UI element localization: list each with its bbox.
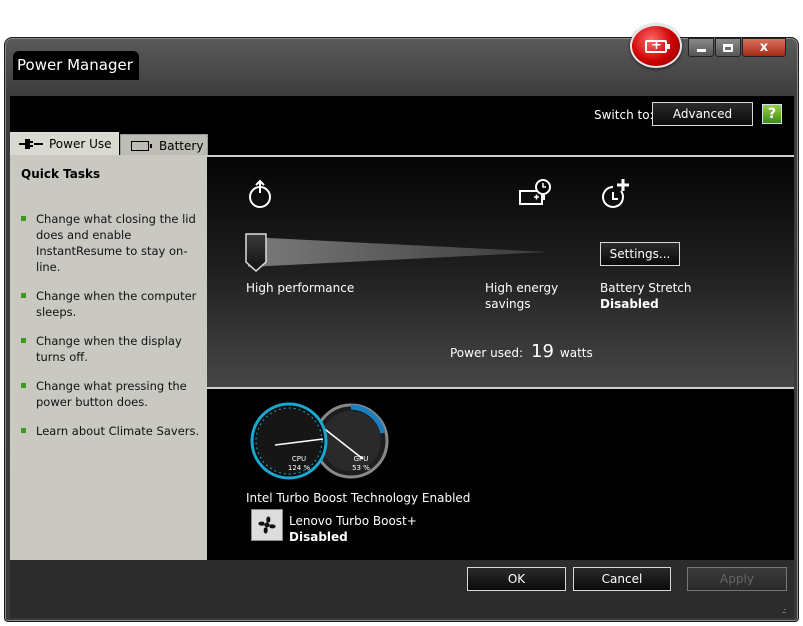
battery-stretch-label: Battery Stretch — [600, 281, 692, 295]
battery-stretch-settings-button[interactable]: Settings... — [600, 242, 680, 266]
tab-battery[interactable]: Battery — [120, 134, 208, 157]
quick-task-climate-savers[interactable]: Learn about Climate Savers. — [21, 423, 201, 439]
battery-plus-icon: + — [645, 38, 670, 53]
gpu-gauge-value: 53 % — [352, 464, 370, 472]
cpu-gauge-value: 124 % — [288, 464, 311, 472]
power-plan-slider-thumb[interactable] — [245, 232, 267, 272]
turbo-boost-plus-label: Lenovo Turbo Boost+ — [289, 514, 417, 528]
turbo-boost-panel: GPU 53 % CPU 124 % Intel Turbo Boost Tec… — [207, 387, 794, 560]
tab-power-use[interactable]: Power Use — [10, 132, 119, 155]
window-controls: x — [688, 38, 786, 57]
high-energy-savings-line1: High energy — [485, 281, 559, 295]
turbo-boost-plus-state: Disabled — [289, 530, 348, 544]
quick-tasks-title: Quick Tasks — [21, 167, 101, 181]
battery-stretch-icon — [602, 179, 629, 208]
quick-task-display[interactable]: Change when the display turns off. — [21, 333, 201, 365]
resize-grip-icon[interactable]: .: — [782, 606, 786, 615]
close-button[interactable]: x — [742, 38, 786, 57]
cpu-gauge-label: CPU — [292, 455, 306, 463]
gpu-gauge-label: GPU — [354, 455, 369, 463]
cpu-gauge: CPU 124 % — [250, 402, 328, 480]
turbo-boost-plus-toggle[interactable] — [251, 509, 283, 541]
turbo-boost-plus: Lenovo Turbo Boost+ Disabled — [289, 513, 417, 545]
maximize-button[interactable] — [715, 38, 741, 57]
apply-button[interactable]: Apply — [687, 567, 787, 591]
power-used-value: 19 — [531, 341, 554, 362]
quick-task-sleep[interactable]: Change when the computer sleeps. — [21, 288, 201, 320]
energy-saving-clock-battery-icon — [519, 179, 551, 205]
performance-power-icon — [249, 179, 271, 208]
cancel-button[interactable]: Cancel — [573, 567, 671, 591]
power-manager-logo-icon: + — [630, 24, 682, 68]
high-performance-label: High performance — [246, 281, 355, 295]
close-icon: x — [759, 40, 769, 55]
ok-button[interactable]: OK — [467, 567, 566, 591]
battery-stretch-status: Battery Stretch Disabled — [600, 280, 692, 312]
power-used-unit: watts — [559, 346, 593, 360]
plug-icon — [19, 139, 43, 149]
power-used-readout: Power used: 19 watts — [450, 341, 593, 362]
window-title: Power Manager — [13, 51, 139, 80]
cpu-gpu-gauges: GPU 53 % CPU 124 % — [250, 402, 389, 480]
quick-task-power-button[interactable]: Change what pressing the power button do… — [21, 378, 201, 410]
tab-power-use-label: Power Use — [49, 137, 112, 151]
footer-bar — [10, 560, 794, 618]
quick-task-lid[interactable]: Change what closing the lid does and ena… — [21, 211, 201, 275]
tab-battery-label: Battery — [159, 139, 204, 153]
minimize-button[interactable] — [688, 38, 714, 57]
help-icon[interactable]: ? — [762, 104, 782, 124]
turbo-boost-status: Intel Turbo Boost Technology Enabled — [246, 491, 471, 505]
advanced-button[interactable]: Advanced — [652, 102, 753, 126]
high-energy-savings-line2: savings — [485, 297, 531, 311]
maximize-icon — [723, 43, 733, 52]
battery-stretch-state: Disabled — [600, 297, 659, 311]
minimize-icon — [696, 48, 706, 52]
fan-icon — [258, 516, 276, 534]
power-plan-panel: High performance High energy savings Set… — [207, 155, 794, 387]
switch-to-label: Switch to: — [594, 108, 654, 122]
battery-icon — [131, 141, 152, 151]
quick-tasks-list: Change what closing the lid does and ena… — [21, 211, 201, 452]
high-energy-savings-label: High energy savings — [485, 280, 558, 312]
power-used-label: Power used: — [450, 346, 523, 360]
quick-tasks-panel: Quick Tasks Change what closing the lid … — [10, 155, 207, 560]
power-plan-slider-track[interactable] — [248, 237, 548, 267]
